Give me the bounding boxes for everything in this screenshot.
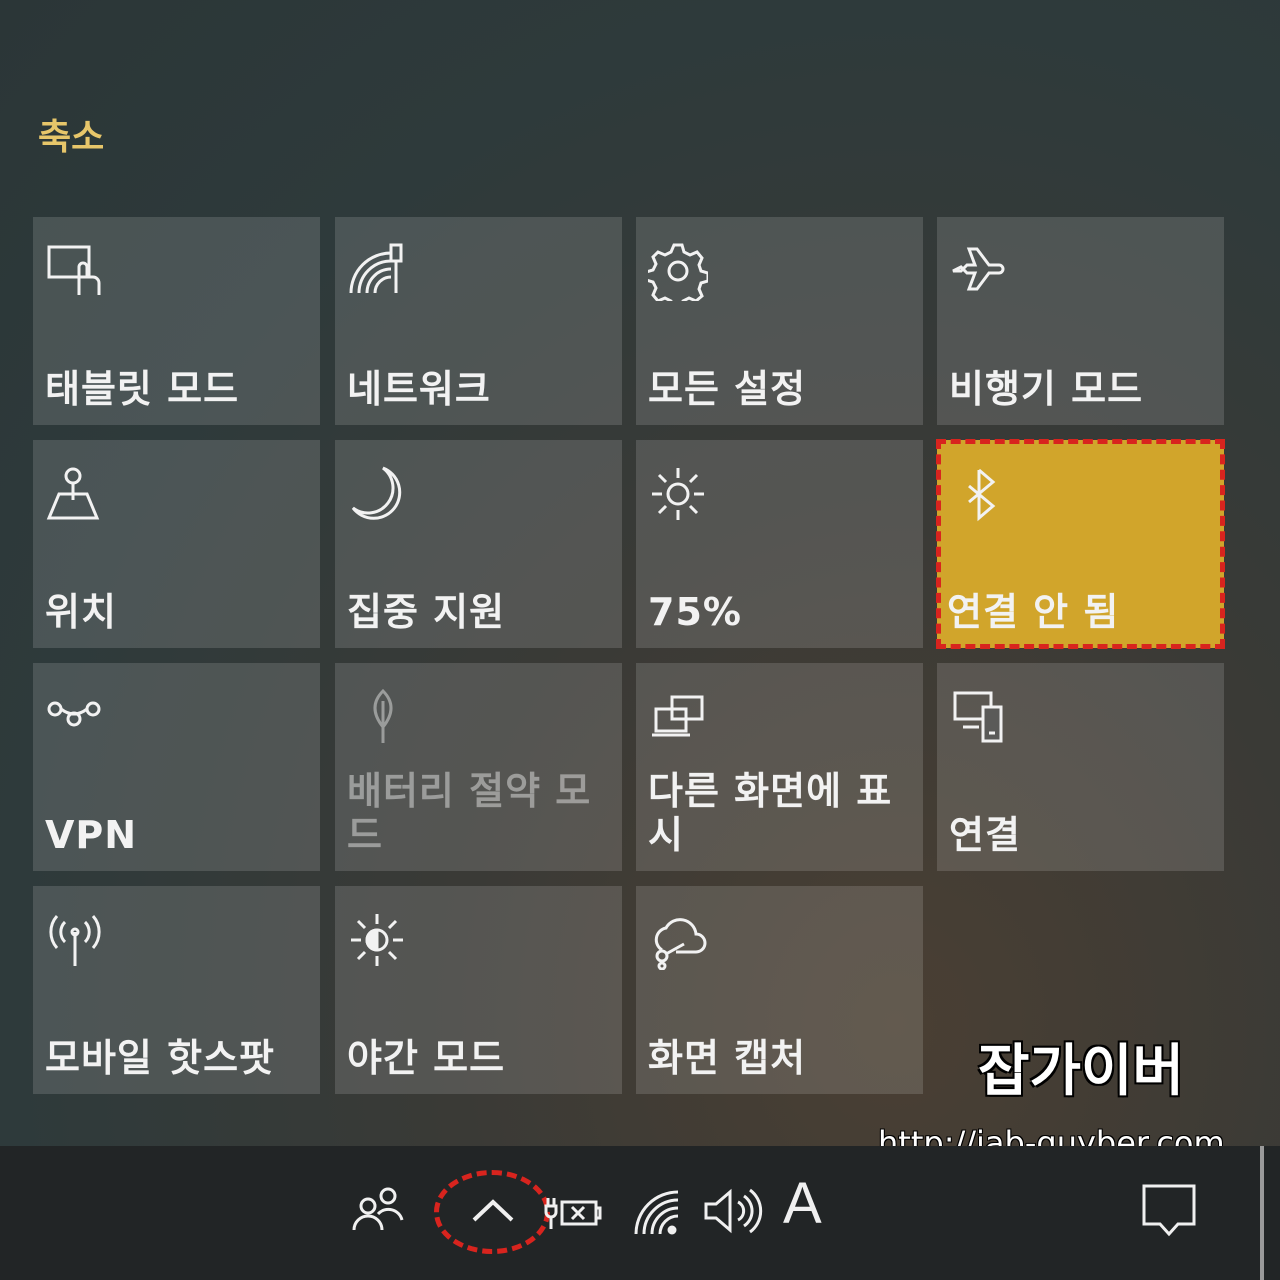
battery-icon[interactable] (540, 1176, 610, 1246)
chevron-up-icon[interactable] (458, 1176, 528, 1246)
tile-vpn[interactable]: VPN (33, 663, 320, 871)
tile-label: 집중 지원 (347, 590, 506, 634)
collapse-link[interactable]: 축소 (38, 108, 104, 160)
tile-label: 위치 (45, 590, 117, 634)
airplane-icon (949, 241, 1009, 301)
snip-icon (648, 910, 708, 970)
taskbar-edge (1260, 1146, 1264, 1280)
wifi-icon[interactable] (628, 1176, 698, 1246)
night-light-icon (347, 910, 407, 970)
tile-night-light[interactable]: 야간 모드 (335, 886, 622, 1094)
location-icon (45, 464, 105, 524)
tile-label: 다른 화면에 표시 (648, 769, 893, 857)
tile-tablet-mode[interactable]: 태블릿 모드 (33, 217, 320, 425)
tile-location[interactable]: 위치 (33, 440, 320, 648)
tile-battery-saver: 배터리 절약 모드 (335, 663, 622, 871)
tile-network[interactable]: 네트워크 (335, 217, 622, 425)
tile-connect[interactable]: 연결 (937, 663, 1224, 871)
tile-screen-snip[interactable]: 화면 캡처 (636, 886, 923, 1094)
tile-label: 배터리 절약 모드 (347, 769, 592, 857)
tile-label: 비행기 모드 (949, 367, 1144, 411)
volume-icon[interactable] (700, 1176, 770, 1246)
tile-label: 화면 캡처 (648, 1036, 807, 1080)
tile-project[interactable]: 다른 화면에 표시 (636, 663, 923, 871)
hotspot-icon (45, 910, 105, 970)
taskbar: A (0, 1146, 1280, 1280)
bluetooth-icon (949, 464, 1009, 524)
vpn-icon (45, 687, 105, 747)
tile-label: 75% (648, 590, 742, 634)
action-center-icon[interactable] (1134, 1176, 1204, 1246)
people-icon[interactable] (344, 1176, 414, 1246)
tile-label: 연결 (949, 813, 1021, 857)
tile-focus-assist[interactable]: 집중 지원 (335, 440, 622, 648)
tile-label: 야간 모드 (347, 1036, 506, 1080)
brightness-icon (648, 464, 708, 524)
tile-bluetooth[interactable]: 연결 안 됨 (936, 439, 1225, 649)
input-indicator[interactable]: A (783, 1170, 822, 1237)
tile-label: 연결 안 됨 (947, 590, 1120, 634)
project-icon (648, 687, 708, 747)
connect-icon (949, 687, 1009, 747)
tile-brightness[interactable]: 75% (636, 440, 923, 648)
tile-airplane-mode[interactable]: 비행기 모드 (937, 217, 1224, 425)
tile-label: 네트워크 (347, 367, 491, 411)
gear-icon (648, 241, 708, 301)
tile-label: 모바일 핫스팟 (45, 1036, 275, 1080)
moon-icon (347, 464, 407, 524)
tile-label: 태블릿 모드 (45, 367, 240, 411)
tile-label: VPN (45, 813, 138, 857)
tile-all-settings[interactable]: 모든 설정 (636, 217, 923, 425)
tablet-mode-icon (45, 241, 105, 301)
network-icon (347, 241, 407, 301)
leaf-icon (347, 687, 407, 747)
tile-label: 모든 설정 (648, 367, 807, 411)
watermark-title: 잡가이버 (978, 1039, 1185, 1104)
tile-mobile-hotspot[interactable]: 모바일 핫스팟 (33, 886, 320, 1094)
